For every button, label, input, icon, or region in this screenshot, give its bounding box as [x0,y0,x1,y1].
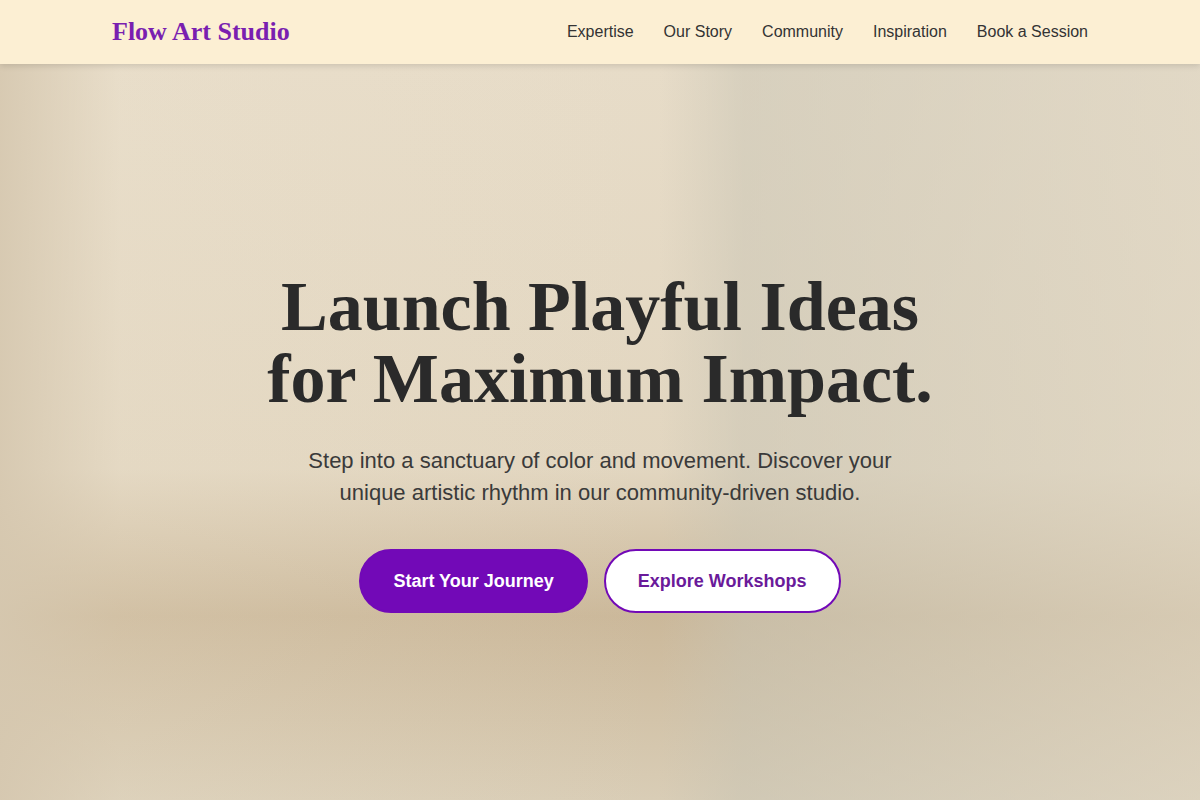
hero-content: Launch Playful Ideasfor Maximum Impact. S… [267,251,933,613]
nav-links: Expertise Our Story Community Inspiration Bo… [567,23,1088,41]
top-nav-bar: Flow Art Studio Expertise Our Story Communi… [0,0,1200,64]
nav-link[interactable]: Book a Session [977,23,1088,41]
hero-subtitle: Step into a sanctuary of color and movem… [280,445,920,509]
nav-link[interactable]: Expertise [567,23,634,41]
page: Flow Art Studio Expertise Our Story Communi… [0,0,1200,800]
brand-logo[interactable]: Flow Art Studio [112,17,290,47]
hero-actions: Start Your Journey Explore Workshops [359,549,840,613]
hero-section: Launch Playful Ideasfor Maximum Impact. S… [0,64,1200,800]
nav-link[interactable]: Inspiration [873,23,947,41]
hero-photo [0,64,1200,800]
nav-link[interactable]: Community [762,23,843,41]
cta-button[interactable]: Explore Workshops [604,549,841,613]
nav-link[interactable]: Our Story [664,23,732,41]
cta-button[interactable]: Start Your Journey [359,549,587,613]
hero-title: Launch Playful Ideasfor Maximum Impact. [267,271,933,415]
